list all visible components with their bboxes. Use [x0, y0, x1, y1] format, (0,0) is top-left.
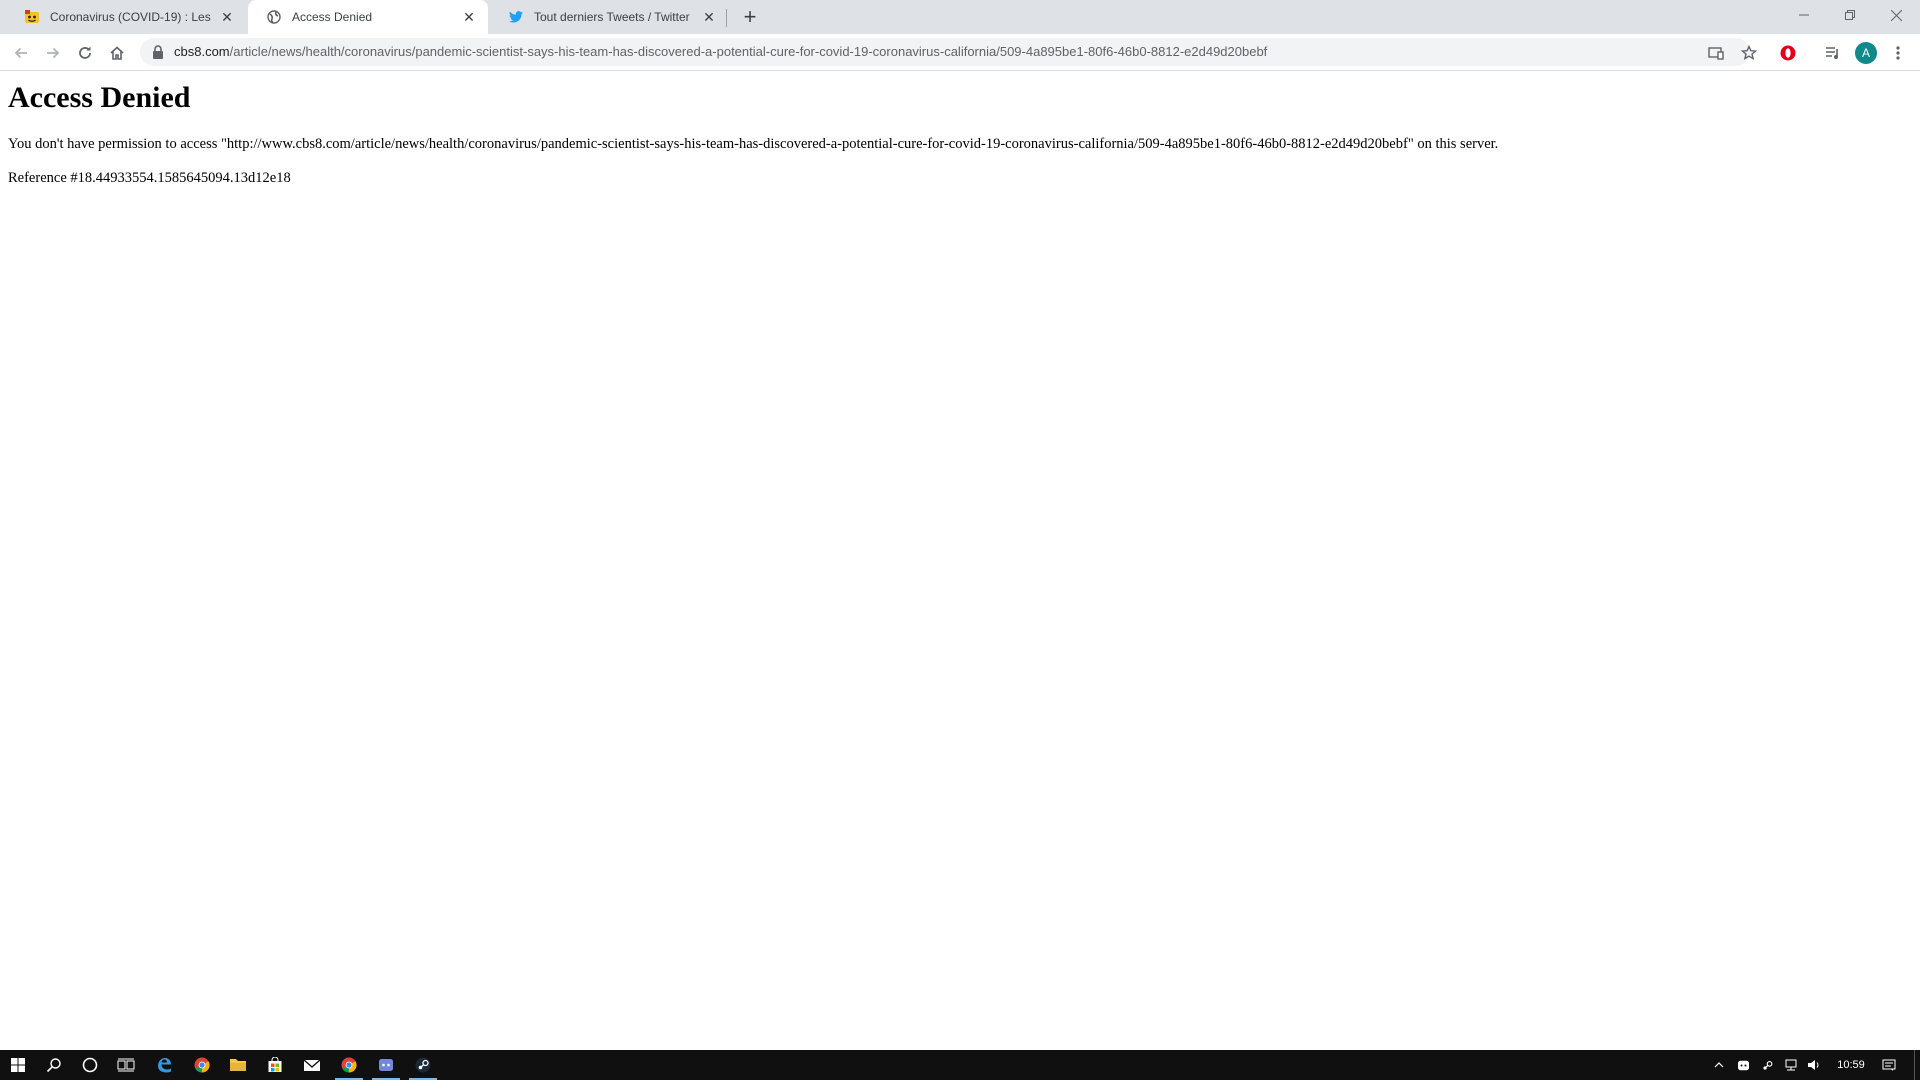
arrow-left-icon [14, 47, 27, 59]
tab-title: Coronavirus (COVID-19) : Les bon [50, 10, 212, 24]
error-message: You don't have permission to access "htt… [8, 136, 1499, 152]
tab-coronavirus[interactable]: Coronavirus (COVID-19) : Les bon ✕ [6, 0, 246, 34]
file-explorer-icon [230, 1059, 246, 1071]
discord-icon [1737, 1060, 1749, 1070]
url-path: /article/news/health/coronavirus/pandemi… [229, 44, 1268, 59]
chrome-app-running[interactable] [331, 1050, 367, 1080]
tab-divider [726, 9, 727, 27]
speaker-icon [1808, 1060, 1819, 1070]
tray-network[interactable] [1780, 1050, 1802, 1080]
twitter-bird-icon [508, 9, 524, 25]
tray-volume[interactable] [1803, 1050, 1825, 1080]
task-view-icon [117, 1058, 135, 1072]
reload-button[interactable] [71, 39, 99, 67]
url-text: cbs8.com/article/news/health/coronavirus… [174, 44, 1267, 59]
notification-icon [1882, 1059, 1896, 1071]
search-button[interactable] [36, 1050, 72, 1080]
chrome-app[interactable] [184, 1050, 220, 1080]
cast-button[interactable] [1702, 39, 1730, 67]
emoji-site-icon [24, 9, 40, 25]
show-hidden-icons-button[interactable] [1708, 1050, 1730, 1080]
file-explorer-app[interactable] [220, 1050, 256, 1080]
avatar: A [1855, 42, 1877, 64]
profile-avatar[interactable]: A [1852, 39, 1880, 67]
chrome-icon [341, 1057, 357, 1073]
playlist-icon [1826, 47, 1838, 59]
tab-title: Access Denied [292, 10, 373, 24]
reload-icon [79, 46, 91, 59]
close-window-button[interactable] [1873, 0, 1919, 30]
close-tab-icon[interactable]: ✕ [218, 8, 236, 26]
task-view-button[interactable] [108, 1050, 144, 1080]
show-desktop-button[interactable] [1914, 1050, 1915, 1080]
reference-id: Reference #18.44933554.1585645094.13d12e… [8, 170, 291, 186]
tray-steam[interactable] [1756, 1050, 1778, 1080]
home-button[interactable] [103, 39, 131, 67]
media-controls-button[interactable] [1819, 39, 1847, 67]
home-icon [110, 46, 124, 60]
tab-title: Tout derniers Tweets / Twitter [534, 10, 690, 24]
edge-app[interactable] [146, 1050, 182, 1080]
discord-icon [379, 1059, 393, 1071]
close-tab-icon[interactable]: ✕ [460, 8, 478, 26]
discord-app[interactable] [368, 1050, 404, 1080]
page-content: Access Denied You don't have permission … [0, 71, 1920, 1049]
chevron-up-icon [1714, 1062, 1724, 1068]
mail-app[interactable] [294, 1050, 330, 1080]
globe-icon [266, 9, 282, 25]
opera-icon [1780, 45, 1796, 61]
steam-icon [1762, 1060, 1772, 1070]
star-icon [1741, 45, 1757, 61]
tab-twitter[interactable]: Tout derniers Tweets / Twitter ✕ [490, 0, 728, 34]
network-icon [1785, 1059, 1797, 1071]
cortana-button[interactable] [72, 1050, 108, 1080]
install-app-icon [1708, 47, 1724, 60]
minimize-button[interactable] [1781, 0, 1827, 30]
tab-strip: Coronavirus (COVID-19) : Les bon ✕ Acces… [0, 0, 1920, 34]
taskbar-clock[interactable]: 10:59 [1828, 1050, 1874, 1080]
forward-button[interactable] [39, 39, 67, 67]
start-button[interactable] [0, 1050, 36, 1080]
new-tab-button[interactable]: + [738, 4, 762, 29]
search-icon [46, 1058, 61, 1073]
address-bar[interactable]: cbs8.com/article/news/health/coronavirus… [140, 38, 1750, 66]
kebab-menu-icon [1896, 46, 1900, 60]
steam-app[interactable] [405, 1050, 441, 1080]
chrome-icon [194, 1057, 210, 1073]
page-title: Access Denied [8, 81, 191, 114]
lock-icon [153, 45, 163, 59]
restore-button[interactable] [1827, 0, 1873, 30]
opera-adblock-extension[interactable] [1774, 39, 1802, 67]
url-host: cbs8.com [174, 44, 230, 59]
steam-icon [415, 1057, 431, 1073]
close-tab-icon[interactable]: ✕ [700, 8, 718, 26]
mail-icon [303, 1059, 321, 1071]
arrow-right-icon [47, 47, 60, 59]
back-button[interactable] [7, 39, 35, 67]
edge-icon [158, 1058, 171, 1073]
cortana-icon [82, 1057, 98, 1073]
tray-discord[interactable] [1732, 1050, 1754, 1080]
browser-toolbar: cbs8.com/article/news/health/coronavirus… [0, 34, 1920, 71]
tab-access-denied[interactable]: Access Denied ✕ [248, 0, 488, 34]
action-center-button[interactable] [1876, 1050, 1902, 1080]
windows-logo-icon [11, 1058, 25, 1072]
bookmark-star-button[interactable] [1735, 39, 1763, 67]
store-icon [268, 1057, 282, 1072]
windows-taskbar: 10:59 [0, 1050, 1920, 1080]
menu-button[interactable] [1884, 39, 1912, 67]
store-app[interactable] [257, 1050, 293, 1080]
